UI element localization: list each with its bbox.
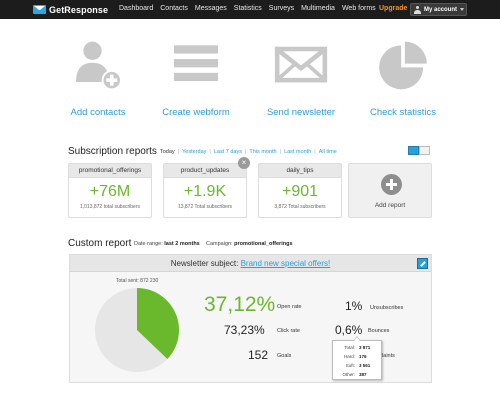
campaign-label: Campaign: [206,241,233,247]
edit-icon[interactable] [417,258,428,269]
add-report-label: Add report [374,202,406,209]
report-card-title: promotional_offerings [69,164,151,178]
top-nav-bar: GetResponse Dashboard Contacts Messages … [0,0,500,19]
report-card[interactable]: promotional_offerings +76M 1,013,872 tot… [68,163,152,218]
pie-chart-icon [379,41,427,90]
goals-label: Goals [277,353,292,359]
newsletter-subject-bar: Newsletter subject: Brand new special of… [70,255,431,272]
unsubscribes-label: Unsubscribes [370,305,404,311]
send-newsletter-label[interactable]: Send newsletter [251,107,351,118]
report-card-subtitle: 13,872 Total subscribers [177,204,233,210]
tooltip-row: Total: 3 871 [333,345,381,350]
webform-icon [174,45,218,82]
nav-multimedia[interactable]: Multimedia [301,5,335,12]
add-contacts-action[interactable]: Add contacts [48,38,148,118]
tooltip-value: 387 [359,372,367,377]
my-account-button[interactable]: My account [410,3,467,16]
tooltip-row: Soft: 3 561 [333,363,381,368]
period-last-month[interactable]: Last month [284,149,311,155]
check-statistics-label[interactable]: Check statistics [353,107,453,118]
goals-value: 152 [248,348,269,362]
period-all-time[interactable]: All time [319,149,337,155]
click-rate-label: Click rate [277,328,300,334]
bounces-value[interactable]: 0,6% [335,323,362,337]
nav-contacts[interactable]: Contacts [160,5,188,12]
report-card-title: daily_tips [259,164,341,178]
tooltip-value: 3 871 [359,345,371,350]
subject-prefix: Newsletter subject: [170,259,239,268]
grid-view-icon[interactable] [408,146,419,155]
main-nav: Dashboard Contacts Messages Statistics S… [119,5,383,12]
bounces-tooltip: Total: 3 871 Hard: 176 Soft: 3 561 Other: 38… [332,336,382,380]
open-rate-pie-chart [95,288,179,372]
envelope-icon [274,46,328,83]
custom-report-title: Custom report [68,238,132,249]
click-rate-value: 73,23% [224,323,265,337]
tooltip-row: Hard: 176 [333,354,381,359]
view-toggle [408,146,430,155]
add-contacts-label[interactable]: Add contacts [48,107,148,118]
user-icon [414,5,421,14]
upgrade-link[interactable]: Upgrade [379,5,407,12]
divider: | [177,149,180,155]
nav-web-forms[interactable]: Web forms [342,5,376,12]
nav-messages[interactable]: Messages [195,5,227,12]
close-icon[interactable]: × [238,157,250,169]
my-account-label: My account [424,6,458,13]
divider: | [279,149,282,155]
report-card[interactable]: product_updates +1.9K 13,872 Total subsc… [163,163,247,218]
total-sent-label: Total sent: 872 230 [116,278,159,284]
tooltip-value: 3 561 [359,363,371,368]
subscription-reports-title: Subscription reports [68,146,157,157]
period-today[interactable]: Today [160,149,175,155]
brand-name: GetResponse [49,4,109,15]
create-webform-action[interactable]: Create webform [146,38,246,118]
report-card-delta: +76M [89,183,131,200]
tooltip-key: Soft: [345,363,355,368]
divider: | [209,149,211,155]
report-card-subtitle: 1,013,872 total subscribers [79,204,141,210]
divider: | [244,149,247,155]
list-view-icon[interactable] [419,146,430,155]
subject-link[interactable]: Brand new special offers! [241,259,331,268]
tooltip-row: Other: 387 [333,372,381,377]
tooltip-key: Other: [342,372,355,377]
report-card-delta: +1.9K [183,183,227,200]
date-range-value[interactable]: last 2 months [164,241,199,247]
nav-statistics[interactable]: Statistics [234,5,262,12]
getresponse-logo[interactable]: GetResponse [33,3,108,16]
add-report-button[interactable]: Add report [348,163,432,218]
campaign-value[interactable]: promotional_offerings [234,241,292,247]
report-card-delta: +901 [281,183,319,200]
bounces-label: Bounces [368,328,390,334]
unsubscribes-value: 1% [345,299,363,313]
period-this-month[interactable]: This month [249,149,276,155]
report-card[interactable]: daily_tips +901 3,872 Total subscribers [258,163,342,218]
create-webform-label[interactable]: Create webform [146,107,246,118]
tooltip-key: Hard: [343,354,355,359]
report-card-subtitle: 3,872 Total subscribers [274,204,326,210]
date-range-meta: Date range: last 2 months [134,241,200,247]
envelope-logo-icon [33,5,46,14]
date-range-label: Date range: [134,241,163,247]
period-yesterday[interactable]: Yesterday [182,149,206,155]
send-newsletter-action[interactable]: Send newsletter [251,38,351,118]
campaign-meta: Campaign: promotional_offerings [206,241,293,247]
nav-surveys[interactable]: Surveys [269,5,294,12]
tooltip-value: 176 [359,354,367,359]
report-card-title: product_updates [164,164,246,178]
plus-icon [381,174,402,195]
add-contact-icon [76,41,122,91]
open-rate-label: Open rate [277,304,302,310]
divider: | [314,149,316,155]
chevron-down-icon [460,8,465,11]
period-last-7-days[interactable]: Last 7 days [214,149,242,155]
nav-dashboard[interactable]: Dashboard [119,5,153,12]
tooltip-key: Total: [344,345,355,350]
period-selector: Today | Yesterday | Last 7 days | This m… [160,149,340,155]
check-statistics-action[interactable]: Check statistics [353,38,453,118]
open-rate-value: 37,12% [204,293,276,316]
